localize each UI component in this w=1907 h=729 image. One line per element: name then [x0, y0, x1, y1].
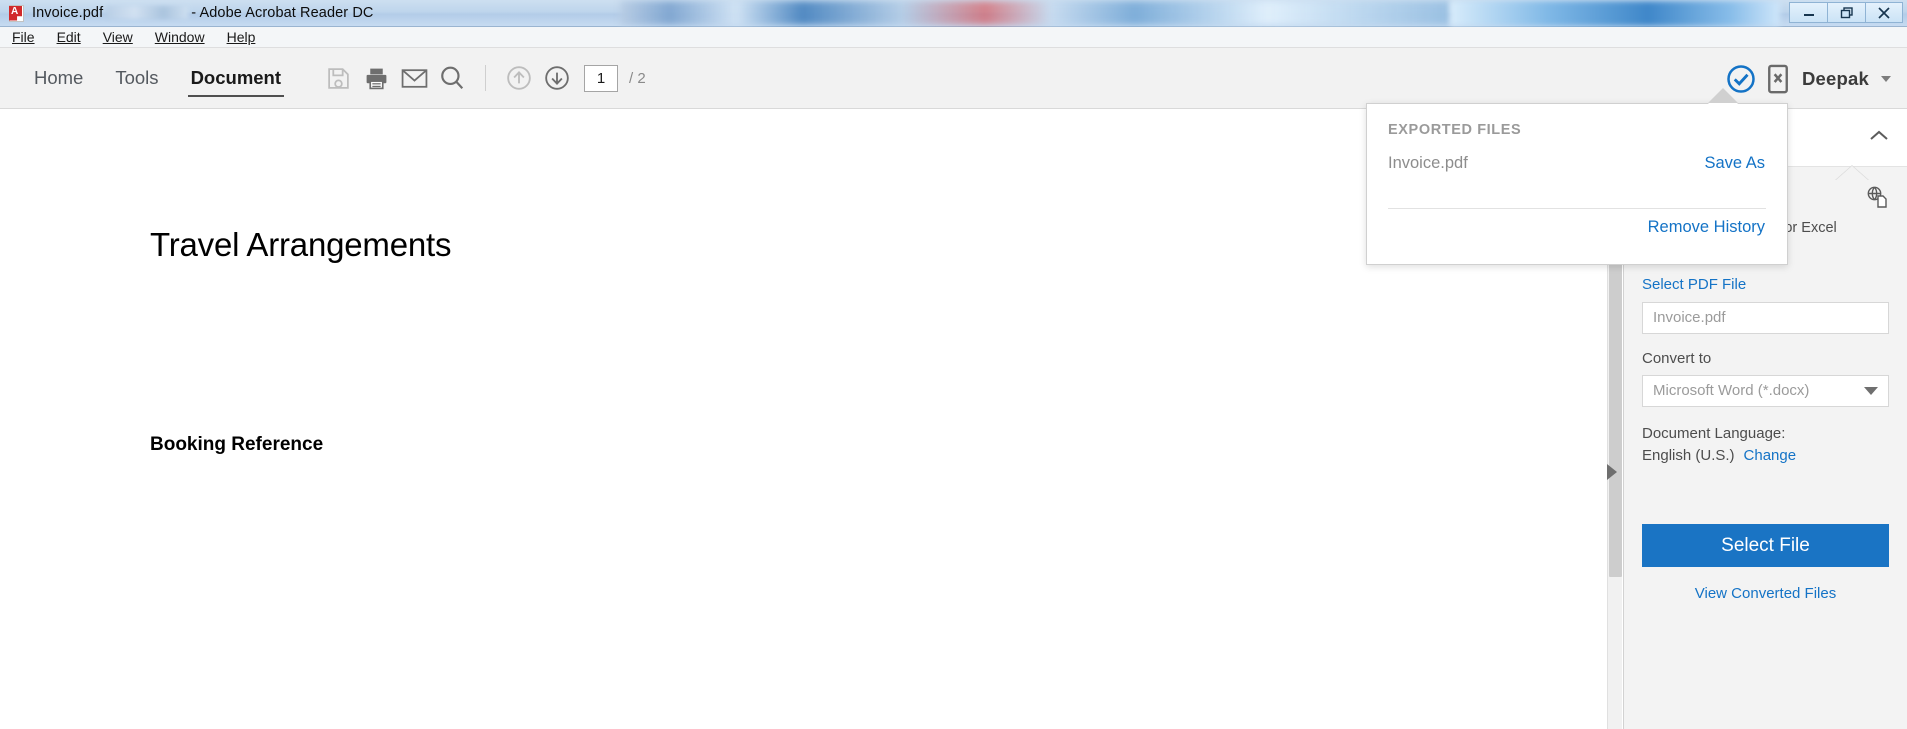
popup-divider [1388, 208, 1766, 209]
close-button[interactable] [1865, 2, 1903, 23]
title-bar: Invoice.pdf - Adobe Acrobat Reader DC [0, 0, 1907, 27]
document-subheading: Booking Reference [150, 434, 324, 455]
menu-item-file-label: File [12, 29, 35, 45]
title-blur-redaction [106, 6, 189, 19]
page-number-value: 1 [596, 69, 606, 87]
email-icon[interactable] [395, 59, 433, 97]
save-icon[interactable] [319, 59, 357, 97]
chevron-down-icon[interactable] [1881, 75, 1891, 82]
globe-document-icon [1865, 185, 1889, 214]
user-name-label[interactable]: Deepak [1802, 68, 1869, 90]
menu-item-file[interactable]: File [12, 29, 35, 45]
menu-item-edit-label: Edit [56, 29, 81, 45]
menu-item-view[interactable]: View [103, 29, 133, 45]
menu-item-help-label: Help [226, 29, 256, 45]
acrobat-reader-window: Invoice.pdf- Adobe Acrobat Reader DC Fil [0, 0, 1907, 729]
next-page-icon[interactable] [538, 59, 576, 97]
tab-document-label: Document [190, 67, 282, 88]
menu-item-window[interactable]: Window [155, 29, 205, 45]
pdf-file-input-value: Invoice.pdf [1653, 309, 1726, 326]
previous-page-icon[interactable] [500, 59, 538, 97]
print-icon[interactable] [357, 59, 395, 97]
document-heading: Travel Arrangements [150, 226, 452, 263]
window-title: Invoice.pdf - Adobe Acrobat Reader DC [32, 5, 373, 21]
menu-item-window-label: Window [154, 29, 205, 45]
page-total-label: / 2 [629, 69, 646, 87]
popup-pointer [1708, 88, 1738, 104]
menu-item-help[interactable]: Help [227, 29, 256, 45]
select-file-button[interactable]: Select File [1642, 524, 1889, 567]
tab-home-label: Home [34, 67, 84, 88]
popup-remove-history-link[interactable]: Remove History [1648, 218, 1765, 237]
document-language-label: Document Language: [1642, 425, 1786, 442]
panel-collapse-arrow-icon[interactable] [1607, 464, 1617, 480]
menu-item-edit[interactable]: Edit [57, 29, 81, 45]
mobile-device-icon[interactable] [1766, 64, 1792, 94]
popup-save-as-link[interactable]: Save As [1704, 154, 1765, 173]
page-number-input[interactable]: 1 [584, 64, 619, 92]
window-title-app: - Adobe Acrobat Reader DC [191, 5, 374, 21]
convert-to-label: Convert to [1642, 350, 1712, 367]
restore-button[interactable] [1827, 2, 1865, 23]
popup-title: EXPORTED FILES [1388, 122, 1522, 138]
toolbar-right-group: Deepak [1726, 48, 1891, 109]
titlebar-blur-region-right [1450, 1, 1780, 26]
chevron-down-icon[interactable] [1864, 387, 1878, 395]
search-icon[interactable] [433, 59, 471, 97]
tab-document[interactable]: Document [175, 48, 297, 109]
pdf-app-icon [7, 4, 26, 23]
convert-to-select[interactable]: Microsoft Word (*.docx) [1642, 375, 1889, 407]
main-toolbar: Home Tools Document 1 / 2 Deepak [0, 48, 1907, 109]
minimize-button[interactable] [1789, 2, 1827, 23]
convert-to-select-value: Microsoft Word (*.docx) [1653, 382, 1810, 399]
pdf-file-input[interactable]: Invoice.pdf [1642, 302, 1889, 334]
chevron-up-icon[interactable] [1869, 129, 1889, 147]
toolbar-divider [485, 65, 487, 91]
toolbar-tabs: Home Tools Document [18, 48, 297, 109]
scrollbar-thumb[interactable] [1609, 247, 1622, 577]
popup-file-name: Invoice.pdf [1388, 154, 1468, 172]
tab-home[interactable]: Home [18, 48, 99, 109]
tab-tools-label: Tools [115, 67, 159, 88]
menu-item-view-label: View [102, 29, 133, 45]
document-language-value: English (U.S.) [1642, 447, 1735, 464]
titlebar-blur-region [620, 1, 1450, 25]
change-language-link[interactable]: Change [1744, 447, 1797, 464]
exported-files-popup: EXPORTED FILES Invoice.pdf Save As Remov… [1366, 103, 1788, 265]
select-pdf-file-link[interactable]: Select PDF File [1642, 276, 1889, 293]
view-converted-files-link[interactable]: View Converted Files [1695, 585, 1836, 602]
menu-bar: File Edit View Window Help [0, 27, 1907, 48]
window-title-document: Invoice.pdf [32, 5, 104, 21]
tab-tools[interactable]: Tools [99, 48, 174, 109]
window-controls [1789, 2, 1903, 23]
